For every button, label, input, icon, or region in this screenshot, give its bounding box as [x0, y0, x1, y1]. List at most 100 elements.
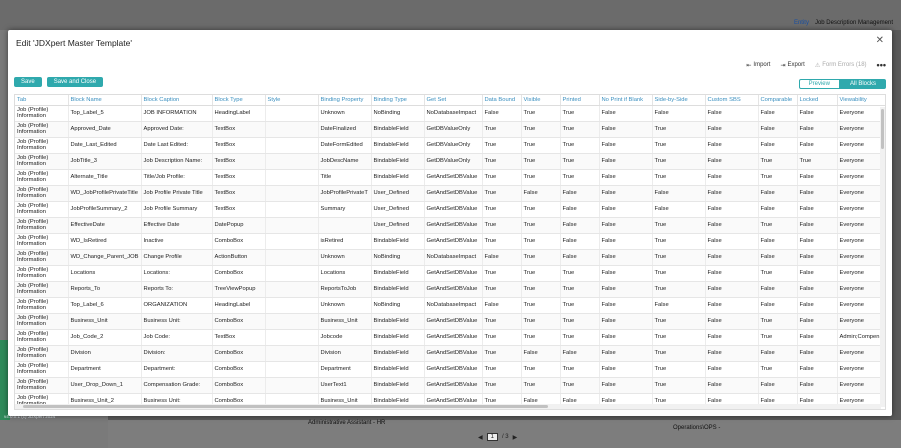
- table-cell: ComboBox: [212, 233, 266, 250]
- all-blocks-toggle[interactable]: All Blocks: [839, 79, 886, 89]
- pager-next-icon[interactable]: ▶: [513, 434, 518, 441]
- app-name: Job Description Management: [814, 20, 893, 26]
- pager-total: / 3: [501, 434, 509, 440]
- table-row[interactable]: Job (Profile) Information Job_Code_2 Job C…: [15, 329, 885, 346]
- column-header[interactable]: Viewability: [837, 95, 885, 106]
- table-row[interactable]: Job (Profile) Information Approved_Date Ap…: [15, 121, 885, 138]
- table-cell: False: [560, 185, 600, 202]
- table-cell: BindableField: [371, 345, 425, 362]
- column-header[interactable]: Binding Type: [371, 95, 425, 106]
- table-cell: True: [652, 361, 706, 378]
- table-cell: False: [652, 105, 706, 122]
- table-row[interactable]: Job (Profile) Information Department Depar…: [15, 361, 885, 378]
- form-errors-button[interactable]: ⚠ Form Errors (18): [815, 62, 867, 69]
- table-cell: Everyone: [837, 265, 885, 282]
- export-icon: ⇥: [780, 62, 786, 69]
- table-cell: False: [599, 233, 653, 250]
- table-row[interactable]: Job (Profile) Information JobTitle_3 Job D…: [15, 153, 885, 170]
- table-row[interactable]: Job (Profile) Information Reports_To Repor…: [15, 281, 885, 298]
- table-cell: Business Unit:: [141, 313, 213, 330]
- table-cell: True: [482, 153, 522, 170]
- table-cell: Division: [68, 345, 142, 362]
- table-row[interactable]: Job (Profile) Information WD_JobProfilePr…: [15, 185, 885, 202]
- table-cell: True: [482, 217, 522, 234]
- table-cell: Effective Date: [141, 217, 213, 234]
- table-cell: GetAndSetDBValue: [424, 329, 483, 346]
- column-header[interactable]: Data Bound: [482, 95, 522, 106]
- column-header[interactable]: Get Set: [424, 95, 483, 106]
- table-cell: JobTitle_3: [68, 153, 142, 170]
- table-cell: False: [599, 137, 653, 154]
- table-cell: True: [652, 217, 706, 234]
- column-header[interactable]: Block Name: [68, 95, 142, 106]
- import-button[interactable]: ⇤ Import: [746, 62, 770, 69]
- column-header[interactable]: Tab: [15, 95, 69, 106]
- preview-toggle[interactable]: Preview: [798, 79, 840, 89]
- column-header[interactable]: No Print if Blank: [599, 95, 653, 106]
- table-cell: False: [758, 185, 798, 202]
- table-cell: Division:: [141, 345, 213, 362]
- column-header[interactable]: Printed: [560, 95, 600, 106]
- horizontal-scrollbar[interactable]: [15, 404, 881, 409]
- entity-link[interactable]: Entity: [794, 20, 809, 26]
- column-header[interactable]: Block Type: [212, 95, 266, 106]
- table-cell: True: [482, 185, 522, 202]
- table-row[interactable]: Job (Profile) Information EffectiveDate Ef…: [15, 217, 885, 234]
- save-button[interactable]: Save: [14, 77, 42, 87]
- column-header[interactable]: Visible: [521, 95, 561, 106]
- table-cell: Unknown: [318, 297, 372, 314]
- close-icon[interactable]: ✕: [876, 35, 884, 46]
- table-cell: True: [758, 361, 798, 378]
- save-and-close-button[interactable]: Save and Close: [46, 77, 104, 87]
- table-row[interactable]: Job (Profile) Information Top_Label_6 ORGA…: [15, 297, 885, 314]
- table-row[interactable]: Job (Profile) Information WD_Change_Paren…: [15, 249, 885, 266]
- table-row[interactable]: Job (Profile) Information WD_IsRetired Ina…: [15, 233, 885, 250]
- column-header[interactable]: Locked: [797, 95, 838, 106]
- column-header[interactable]: Binding Property: [318, 95, 372, 106]
- table-cell: False: [758, 201, 798, 218]
- background-ops-text: Operations\OPS -: [673, 425, 721, 431]
- table-cell: Everyone: [837, 233, 885, 250]
- table-cell: Everyone: [837, 281, 885, 298]
- table-row[interactable]: Job (Profile) Information Division Divisio…: [15, 345, 885, 362]
- table-row[interactable]: Job (Profile) Information User_Drop_Down_…: [15, 377, 885, 394]
- pager-prev-icon[interactable]: ◀: [478, 434, 483, 441]
- table-cell: GetDBValueOnly: [424, 137, 483, 154]
- table-cell: True: [652, 281, 706, 298]
- table-cell: False: [705, 265, 759, 282]
- table-row[interactable]: Job (Profile) Information Top_Label_5 JOB …: [15, 105, 885, 122]
- column-header[interactable]: Side-by-Side: [652, 95, 706, 106]
- table-cell: ComboBox: [212, 265, 266, 282]
- table-cell: False: [599, 361, 653, 378]
- more-options-icon[interactable]: •••: [877, 60, 886, 70]
- export-button[interactable]: ⇥ Export: [780, 62, 804, 69]
- column-header[interactable]: Block Caption: [141, 95, 213, 106]
- table-cell: Approved Date:: [141, 121, 213, 138]
- table-cell: False: [797, 377, 838, 394]
- column-header[interactable]: Custom SBS: [705, 95, 759, 106]
- column-header[interactable]: Style: [265, 95, 319, 106]
- horizontal-scroll-thumb[interactable]: [23, 405, 548, 408]
- table-row[interactable]: Job (Profile) Information Date_Last_Edite…: [15, 137, 885, 154]
- table-cell: Job (Profile) Information: [15, 233, 69, 250]
- table-cell: Everyone: [837, 313, 885, 330]
- column-header[interactable]: Comparable: [758, 95, 798, 106]
- table-cell: ActionButton: [212, 249, 266, 266]
- table-cell: True: [652, 265, 706, 282]
- table-cell: Job (Profile) Information: [15, 201, 69, 218]
- table-cell: False: [797, 297, 838, 314]
- table-row[interactable]: Job (Profile) Information JobProfileSumma…: [15, 201, 885, 218]
- vertical-scrollbar[interactable]: [880, 107, 885, 407]
- table-row[interactable]: Job (Profile) Information Locations Locati…: [15, 265, 885, 282]
- table-cell: [318, 217, 372, 234]
- table-cell: False: [758, 105, 798, 122]
- table-cell: [265, 201, 319, 218]
- table-cell: True: [652, 345, 706, 362]
- table-cell: NoDatabaseImpact: [424, 249, 483, 266]
- table-cell: False: [705, 153, 759, 170]
- pager-current[interactable]: 1: [486, 433, 498, 441]
- table-cell: User_Defined: [371, 185, 425, 202]
- table-row[interactable]: Job (Profile) Information Business_Unit Bu…: [15, 313, 885, 330]
- vertical-scroll-thumb[interactable]: [881, 109, 884, 149]
- table-row[interactable]: Job (Profile) Information Alternate_Title…: [15, 169, 885, 186]
